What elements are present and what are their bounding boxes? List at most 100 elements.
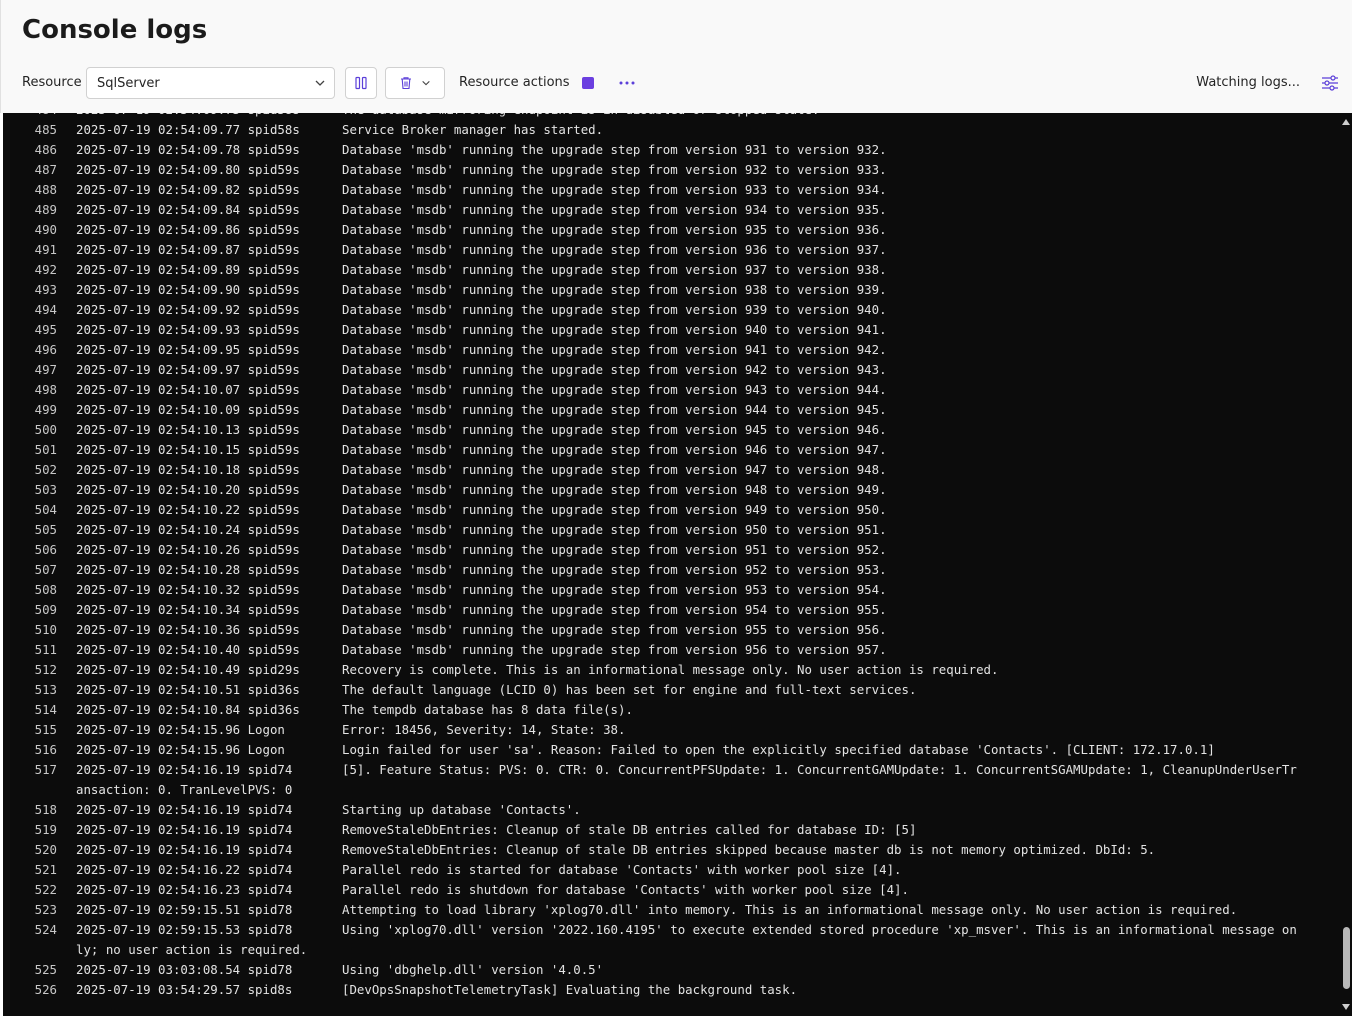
- log-line-number: 492: [34, 262, 57, 277]
- log-timestamp: 2025-07-19 02:54:10.36 spid59s: [76, 622, 300, 637]
- log-timestamp: 2025-07-19 02:54:15.96 Logon: [76, 742, 285, 757]
- settings-sliders-icon[interactable]: [1320, 73, 1340, 93]
- log-timestamp: 2025-07-19 02:54:10.18 spid59s: [76, 462, 300, 477]
- log-line-number: 522: [34, 882, 57, 897]
- log-message: Database 'msdb' running the upgrade step…: [342, 342, 887, 357]
- log-message: Database 'msdb' running the upgrade step…: [342, 422, 887, 437]
- more-horizontal-icon[interactable]: [616, 73, 638, 93]
- scroll-up-arrow-icon[interactable]: [1342, 119, 1350, 125]
- log-timestamp: 2025-07-19 02:54:09.78 spid59s: [76, 142, 300, 157]
- clear-logs-button[interactable]: [385, 67, 445, 99]
- log-message: Parallel redo is started for database 'C…: [342, 862, 902, 877]
- log-line-number: 494: [34, 302, 57, 317]
- log-line-number: 518: [34, 802, 57, 817]
- log-timestamp: 2025-07-19 02:59:15.53 spid78: [76, 922, 293, 937]
- scrollbar[interactable]: [1340, 113, 1352, 1016]
- log-line-number: 485: [34, 122, 57, 137]
- trash-icon: [401, 77, 411, 90]
- log-timestamp: 2025-07-19 02:54:09.89 spid59s: [76, 262, 300, 277]
- log-message: Database 'msdb' running the upgrade step…: [342, 462, 887, 477]
- log-line-number: 511: [34, 642, 57, 657]
- log-line-number: 499: [34, 402, 57, 417]
- log-timestamp: 2025-07-19 02:54:10.24 spid59s: [76, 522, 300, 537]
- log-message: Using 'dbghelp.dll' version '4.0.5': [342, 962, 604, 977]
- log-timestamp: 2025-07-19 02:54:10.09 spid59s: [76, 402, 300, 417]
- log-message: Error: 18456, Severity: 14, State: 38.: [342, 722, 626, 737]
- resource-label: Resource: [22, 75, 82, 90]
- log-timestamp: 2025-07-19 02:54:09.80 spid59s: [76, 162, 300, 177]
- log-timestamp: 2025-07-19 02:54:09.86 spid59s: [76, 222, 300, 237]
- log-line-number: 486: [34, 142, 57, 157]
- log-timestamp: 2025-07-19 02:54:10.84 spid36s: [76, 702, 300, 717]
- log-timestamp: 2025-07-19 02:54:10.26 spid59s: [76, 542, 300, 557]
- log-line-number: 496: [34, 342, 57, 357]
- log-timestamp: 2025-07-19 02:54:16.19 spid74: [76, 802, 293, 817]
- log-message: Database 'msdb' running the upgrade step…: [342, 202, 887, 217]
- log-timestamp: 2025-07-19 02:54:16.19 spid74: [76, 822, 293, 837]
- log-line-number: 519: [34, 822, 57, 837]
- console-header: Console logs Resource SqlServer Resource…: [0, 0, 1352, 113]
- log-timestamp: 2025-07-19 02:54:09.90 spid59s: [76, 282, 300, 297]
- log-timestamp: 2025-07-19 02:54:09.75 spid58s: [76, 113, 300, 120]
- log-message: The database mirroring endpoint is in di…: [342, 113, 1324, 120]
- log-timestamp: 2025-07-19 02:54:10.07 spid59s: [76, 382, 300, 397]
- log-line-number: 525: [34, 962, 57, 977]
- log-line-number: 505: [34, 522, 57, 537]
- log-message: Database 'msdb' running the upgrade step…: [342, 222, 887, 237]
- log-message: Database 'msdb' running the upgrade step…: [342, 362, 887, 377]
- log-message: Login failed for user 'sa'. Reason: Fail…: [342, 742, 1215, 757]
- log-message: Database 'msdb' running the upgrade step…: [342, 282, 887, 297]
- scroll-down-arrow-icon[interactable]: [1342, 1004, 1350, 1010]
- log-line-number: 516: [34, 742, 57, 757]
- log-message: Database 'msdb' running the upgrade step…: [342, 542, 887, 557]
- log-message: The default language (LCID 0) has been s…: [342, 682, 917, 697]
- log-timestamp: 2025-07-19 02:54:09.93 spid59s: [76, 322, 300, 337]
- resource-select-value: SqlServer: [97, 76, 160, 91]
- log-timestamp: 2025-07-19 03:03:08.54 spid78: [76, 962, 293, 977]
- log-message: Database 'msdb' running the upgrade step…: [342, 582, 887, 597]
- log-message: Recovery is complete. This is an informa…: [342, 662, 999, 677]
- log-timestamp: 2025-07-19 02:54:10.40 spid59s: [76, 642, 300, 657]
- log-message: RemoveStaleDbEntries: Cleanup of stale D…: [342, 842, 1156, 857]
- log-timestamp: 2025-07-19 02:54:10.32 spid59s: [76, 582, 300, 597]
- log-timestamp: 2025-07-19 02:54:10.13 spid59s: [76, 422, 300, 437]
- log-line-number: 517: [34, 762, 57, 777]
- log-timestamp: 2025-07-19 02:54:09.82 spid59s: [76, 182, 300, 197]
- log-line-number: 484: [23, 113, 57, 120]
- resource-actions-label: Resource actions: [459, 75, 570, 90]
- log-line-number: 509: [34, 602, 57, 617]
- log-message: Database 'msdb' running the upgrade step…: [342, 402, 887, 417]
- log-message: Database 'msdb' running the upgrade step…: [342, 602, 887, 617]
- log-message: [5]. Feature Status: PVS: 0. CTR: 0. Con…: [342, 762, 1297, 777]
- log-line-number: 491: [34, 242, 57, 257]
- stop-icon[interactable]: [582, 77, 594, 89]
- page-title: Console logs: [22, 15, 208, 45]
- log-viewer[interactable]: 484 2025-07-19 02:54:09.75 spid58s The dat…: [3, 113, 1352, 1016]
- chevron-down-icon: [315, 80, 325, 86]
- log-message: Database 'msdb' running the upgrade step…: [342, 262, 887, 277]
- pause-icon: [355, 76, 367, 90]
- log-message: Starting up database 'Contacts'.: [342, 802, 581, 817]
- log-message: Database 'msdb' running the upgrade step…: [342, 642, 887, 657]
- scrollbar-thumb[interactable]: [1343, 927, 1350, 989]
- log-line-number: 506: [34, 542, 57, 557]
- log-message: Database 'msdb' running the upgrade step…: [342, 382, 887, 397]
- log-message: Database 'msdb' running the upgrade step…: [342, 502, 887, 517]
- log-message: Using 'xplog70.dll' version '2022.160.41…: [342, 922, 1297, 937]
- log-timestamp: 2025-07-19 02:54:10.22 spid59s: [76, 502, 300, 517]
- chevron-down-icon: [422, 80, 430, 86]
- log-line-number: 524: [34, 922, 57, 937]
- log-line-number: 501: [34, 442, 57, 457]
- log-timestamp: 2025-07-19 03:54:29.57 spid8s: [76, 982, 293, 997]
- resource-select[interactable]: SqlServer: [86, 67, 335, 99]
- log-line-number: 521: [34, 862, 57, 877]
- log-message: [DevOpsSnapshotTelemetryTask] Evaluating…: [342, 982, 798, 997]
- pause-button[interactable]: [345, 67, 377, 99]
- log-timestamp: 2025-07-19 02:54:10.34 spid59s: [76, 602, 300, 617]
- log-line-number: 503: [34, 482, 57, 497]
- log-message: Attempting to load library 'xplog70.dll'…: [342, 902, 1238, 917]
- log-line-number: 497: [34, 362, 57, 377]
- log-message: Database 'msdb' running the upgrade step…: [342, 482, 887, 497]
- log-line-number: 488: [34, 182, 57, 197]
- log-line-number: 487: [34, 162, 57, 177]
